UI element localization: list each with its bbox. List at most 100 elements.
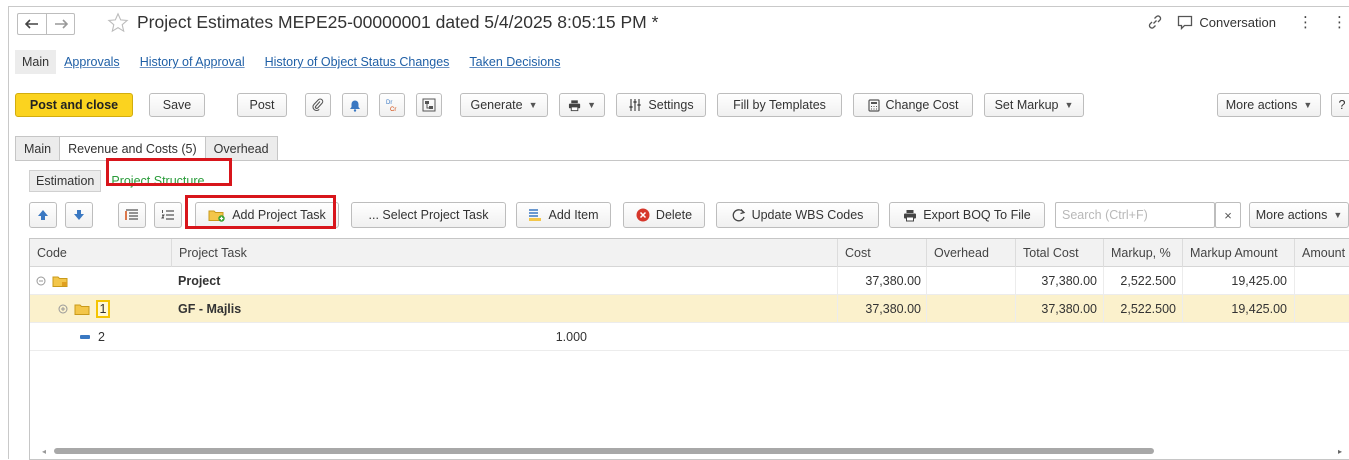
project-folder-icon: [52, 276, 68, 287]
tab-main[interactable]: Main: [15, 136, 61, 160]
table-toolbar: Add Project Task ... Select Project Task…: [29, 202, 1349, 228]
column-divider: [1015, 267, 1016, 323]
reminder-button[interactable]: [342, 93, 368, 117]
task-name: Project: [178, 274, 221, 288]
generate-button[interactable]: Generate ▼: [460, 93, 548, 117]
tab-overhead[interactable]: Overhead: [204, 136, 278, 160]
add-item-button[interactable]: Add Item: [516, 202, 611, 228]
drcr-button[interactable]: Dr Cr: [379, 93, 405, 117]
outline-button[interactable]: [118, 202, 146, 228]
numbered-list-button[interactable]: [154, 202, 182, 228]
table-more-actions-label: More actions: [1255, 208, 1328, 222]
attach-button[interactable]: [305, 93, 331, 117]
post-button[interactable]: Post: [237, 93, 287, 117]
save-button[interactable]: Save: [149, 93, 205, 117]
folder-icon: [74, 304, 90, 315]
wbs-code[interactable]: 1: [96, 300, 110, 318]
export-boq-button[interactable]: Export BOQ To File: [889, 202, 1045, 228]
refresh-icon: [732, 209, 745, 222]
back-button[interactable]: [18, 14, 46, 34]
post-and-close-button[interactable]: Post and close: [15, 93, 133, 117]
delete-button[interactable]: Delete: [623, 202, 705, 228]
move-up-button[interactable]: [29, 202, 57, 228]
bell-icon: [350, 100, 360, 112]
nav-history-status-changes[interactable]: History of Object Status Changes: [265, 55, 450, 69]
window-menu-icon[interactable]: ⋮: [1332, 13, 1347, 31]
col-total-cost[interactable]: Total Cost: [1015, 239, 1103, 267]
table-row[interactable]: 2 1.000: [30, 323, 1349, 351]
structure-button[interactable]: [416, 93, 442, 117]
col-markup-pct[interactable]: Markup, %: [1103, 239, 1182, 267]
debit-credit-icon: DrCr: [386, 100, 396, 113]
change-cost-button[interactable]: Change Cost: [853, 93, 973, 117]
favorite-star-icon[interactable]: [107, 12, 129, 34]
tab-project-structure[interactable]: Project Structure: [105, 171, 210, 191]
row-tree-toggle[interactable]: 1: [58, 295, 110, 323]
col-overhead[interactable]: Overhead: [926, 239, 1015, 267]
nav-approvals[interactable]: Approvals: [64, 55, 120, 69]
clear-search-icon[interactable]: ×: [1215, 202, 1241, 228]
print-button[interactable]: ▼: [559, 93, 605, 117]
update-wbs-codes-button[interactable]: Update WBS Codes: [716, 202, 879, 228]
form-sections-nav: Main Approvals History of Approval Histo…: [9, 50, 580, 74]
add-project-task-label: Add Project Task: [232, 208, 326, 222]
more-menu-icon[interactable]: ⋮: [1298, 13, 1314, 31]
scrollbar-thumb[interactable]: [54, 448, 1154, 454]
help-button[interactable]: ?: [1331, 93, 1349, 117]
settings-button[interactable]: Settings: [616, 93, 706, 117]
title-bar: Project Estimates MEPE25-00000001 dated …: [9, 7, 1349, 41]
col-amount[interactable]: Amount: [1294, 239, 1349, 267]
link-icon[interactable]: [1147, 14, 1163, 30]
search-input[interactable]: Search (Ctrl+F): [1055, 202, 1215, 228]
table-row[interactable]: 1 GF - Majlis 37,380.00 37,380.00 2,522.…: [30, 295, 1349, 323]
scroll-left-icon[interactable]: ◂: [42, 447, 46, 456]
more-actions-button[interactable]: More actions ▼: [1217, 93, 1321, 117]
col-cost[interactable]: Cost: [837, 239, 926, 267]
settings-label: Settings: [648, 98, 694, 112]
chevron-down-icon: ▼: [587, 100, 596, 110]
nav-history-of-approval[interactable]: History of Approval: [140, 55, 245, 69]
move-down-button[interactable]: [65, 202, 93, 228]
add-project-task-button[interactable]: Add Project Task: [195, 202, 339, 228]
column-divider: [1103, 267, 1104, 323]
conversation-label: Conversation: [1199, 14, 1276, 30]
history-nav: [17, 13, 75, 35]
numbered-list-icon: [161, 210, 174, 220]
item-code-text: 2: [98, 330, 105, 344]
chevron-down-icon: ▼: [528, 100, 538, 110]
col-project-task[interactable]: Project Task: [171, 239, 837, 267]
conversation-button[interactable]: Conversation: [1177, 15, 1276, 30]
total-cost-cell: 37,380.00: [1041, 302, 1097, 316]
nav-main[interactable]: Main: [15, 50, 57, 74]
cost-cell: 37,380.00: [865, 302, 921, 316]
arrow-right-icon: [54, 19, 68, 29]
forward-button[interactable]: [46, 14, 74, 34]
calculator-icon: [867, 98, 880, 112]
select-project-task-button[interactable]: ... Select Project Task: [351, 202, 506, 228]
change-cost-label: Change Cost: [885, 98, 959, 112]
tab-revenue-and-costs[interactable]: Revenue and Costs (5): [59, 136, 206, 161]
update-wbs-label: Update WBS Codes: [751, 208, 864, 222]
task-name: GF - Majlis: [178, 302, 242, 316]
markup-pct-cell: 2,522.500: [1120, 302, 1176, 316]
table-header: Code Project Task Cost Overhead Total Co…: [30, 239, 1349, 267]
add-item-label: Add Item: [548, 208, 599, 222]
column-divider: [1294, 267, 1295, 323]
add-item-icon: [529, 208, 542, 221]
chevron-down-icon: ▼: [1303, 100, 1313, 110]
chevron-down-icon: ▼: [1333, 210, 1343, 220]
table-more-actions-button[interactable]: More actions ▼: [1249, 202, 1349, 228]
form-window: Project Estimates MEPE25-00000001 dated …: [8, 6, 1349, 460]
col-code[interactable]: Code: [30, 239, 171, 267]
fill-by-templates-button[interactable]: Fill by Templates: [717, 93, 842, 117]
col-markup-amount[interactable]: Markup Amount: [1182, 239, 1294, 267]
nav-taken-decisions[interactable]: Taken Decisions: [469, 55, 560, 69]
row-tree-toggle[interactable]: [36, 267, 70, 295]
scroll-right-icon[interactable]: ▸: [1338, 447, 1342, 456]
table-row[interactable]: Project 37,380.00 37,380.00 2,522.500 19…: [30, 267, 1349, 295]
horizontal-scrollbar[interactable]: ◂ ▸: [42, 447, 1342, 456]
tab-estimation[interactable]: Estimation: [29, 170, 102, 192]
column-divider: [1182, 267, 1183, 323]
set-markup-button[interactable]: Set Markup ▼: [984, 93, 1084, 117]
more-actions-label: More actions: [1225, 98, 1298, 112]
